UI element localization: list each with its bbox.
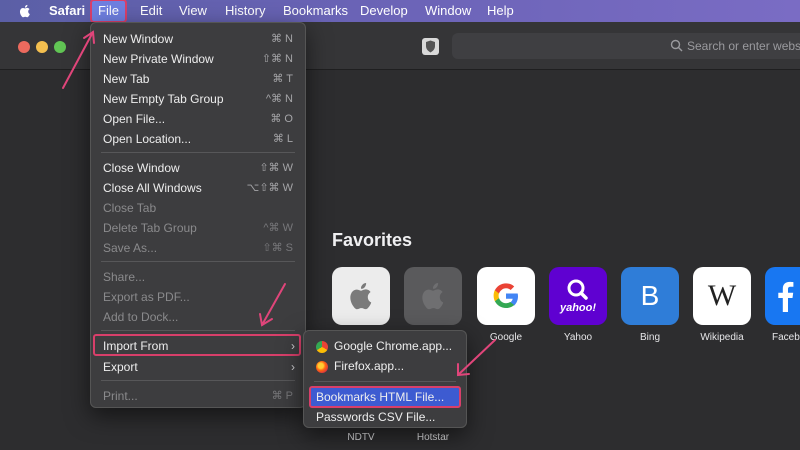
- shortcut-delete-tab-group: ^⌘ W: [263, 222, 293, 234]
- submenu-item-google-chrome[interactable]: Google Chrome.app...: [334, 336, 452, 356]
- favorite-apple-2[interactable]: [404, 267, 462, 325]
- menu-item-close-all-windows[interactable]: Close All Windows: [103, 178, 202, 198]
- menu-item-open-location[interactable]: Open Location...: [103, 129, 191, 149]
- favorite-yahoo[interactable]: yahoo!: [549, 267, 607, 325]
- menu-item-new-empty-tab-group[interactable]: New Empty Tab Group: [103, 89, 224, 109]
- privacy-shield-icon[interactable]: [422, 38, 439, 55]
- menu-help[interactable]: Help: [487, 0, 514, 22]
- chrome-icon: [316, 341, 328, 353]
- menu-develop[interactable]: Develop: [360, 0, 408, 22]
- submenu-item-firefox[interactable]: Firefox.app...: [334, 356, 404, 376]
- favorite-label-yahoo: Yahoo: [563, 332, 593, 343]
- submenu-item-bookmarks-html-file[interactable]: Bookmarks HTML File...: [316, 387, 444, 407]
- menu-safari[interactable]: Safari: [49, 0, 85, 22]
- favorites-title: Favorites: [332, 230, 413, 250]
- import-from-submenu: Google Chrome.app... Firefox.app... Book…: [303, 330, 467, 428]
- file-menu: New Window ⌘ N New Private Window ⇧⌘ N N…: [90, 22, 306, 408]
- bing-letter: B: [640, 280, 660, 311]
- favorite-label-ndtv: NDTV: [347, 432, 375, 443]
- menu-bar: Safari File Edit View History Bookmarks …: [0, 0, 800, 23]
- menu-item-new-tab[interactable]: New Tab: [103, 69, 149, 89]
- google-icon: [493, 283, 518, 308]
- chevron-right-icon: ›: [291, 360, 295, 374]
- facebook-icon: [778, 281, 794, 312]
- chevron-right-icon: ›: [291, 339, 295, 353]
- menu-edit[interactable]: Edit: [140, 0, 162, 22]
- menu-item-new-window[interactable]: New Window: [103, 29, 173, 49]
- minimize-window-button[interactable]: [36, 41, 48, 53]
- favorite-label-google: Google: [489, 332, 523, 343]
- menu-separator: [101, 152, 295, 153]
- wikipedia-letter: W: [707, 279, 737, 312]
- menu-bookmarks[interactable]: Bookmarks: [283, 0, 348, 22]
- yahoo-wordmark: yahoo!: [559, 302, 597, 314]
- shortcut-close-window: ⇧⌘ W: [259, 162, 293, 174]
- shortcut-print: ⌘ P: [271, 390, 293, 402]
- menu-item-close-window[interactable]: Close Window: [103, 158, 180, 178]
- menu-item-import-from[interactable]: Import From: [103, 336, 168, 356]
- shortcut-save-as: ⇧⌘ S: [262, 242, 293, 254]
- menu-item-save-as: Save As...: [103, 241, 158, 255]
- menu-item-close-tab: Close Tab: [103, 201, 157, 215]
- menu-item-export[interactable]: Export: [103, 357, 138, 377]
- favorite-apple[interactable]: [332, 267, 390, 325]
- menu-window[interactable]: Window: [425, 0, 471, 22]
- menu-item-new-private-window[interactable]: New Private Window: [103, 49, 214, 69]
- apple-icon: [350, 283, 372, 310]
- menu-file[interactable]: File: [90, 0, 127, 23]
- apple-icon: [422, 283, 444, 310]
- address-bar-placeholder: Search or enter webs: [687, 39, 800, 53]
- shortcut-open-location: ⌘ L: [272, 133, 293, 145]
- menu-item-export-as-pdf: Export as PDF...: [103, 290, 190, 304]
- menu-separator: [314, 381, 456, 382]
- menu-item-delete-tab-group: Delete Tab Group: [103, 221, 197, 235]
- favorite-wikipedia[interactable]: W: [693, 267, 751, 325]
- favorite-bing[interactable]: B: [621, 267, 679, 325]
- menu-separator: [101, 261, 295, 262]
- menu-separator: [101, 330, 295, 331]
- apple-menu-icon[interactable]: [17, 3, 33, 19]
- firefox-icon: [316, 361, 328, 373]
- shortcut-new-tab: ⌘ T: [272, 73, 293, 85]
- close-window-button[interactable]: [18, 41, 30, 53]
- favorite-label-bing: Bing: [639, 332, 660, 343]
- shortcut-new-window: ⌘ N: [271, 33, 293, 45]
- shortcut-new-empty-tab-group: ^⌘ N: [265, 93, 293, 105]
- shortcut-new-private-window: ⇧⌘ N: [261, 53, 293, 65]
- menu-item-share: Share...: [103, 270, 146, 284]
- favorite-label-hotstar: Hotstar: [416, 432, 450, 443]
- favorite-label-wikipedia: Wikipedia: [700, 332, 744, 343]
- menu-item-add-to-dock: Add to Dock...: [103, 310, 179, 324]
- shortcut-open-file: ⌘ O: [270, 113, 293, 125]
- favorite-google[interactable]: [477, 267, 535, 325]
- search-icon: [670, 39, 683, 52]
- magnifier-icon: [567, 279, 588, 300]
- menu-view[interactable]: View: [179, 0, 207, 22]
- zoom-window-button[interactable]: [54, 41, 66, 53]
- favorite-facebook[interactable]: [765, 267, 800, 325]
- address-bar[interactable]: Search or enter webs: [452, 33, 800, 59]
- menu-history[interactable]: History: [225, 0, 265, 22]
- favorite-label-facebook: Faceb: [772, 332, 800, 343]
- submenu-item-passwords-csv-file[interactable]: Passwords CSV File...: [316, 407, 435, 427]
- menu-item-open-file[interactable]: Open File...: [103, 109, 165, 129]
- shortcut-close-all-windows: ⌥⇧⌘ W: [246, 182, 293, 194]
- menu-separator: [101, 380, 295, 381]
- menu-item-print: Print...: [103, 389, 138, 403]
